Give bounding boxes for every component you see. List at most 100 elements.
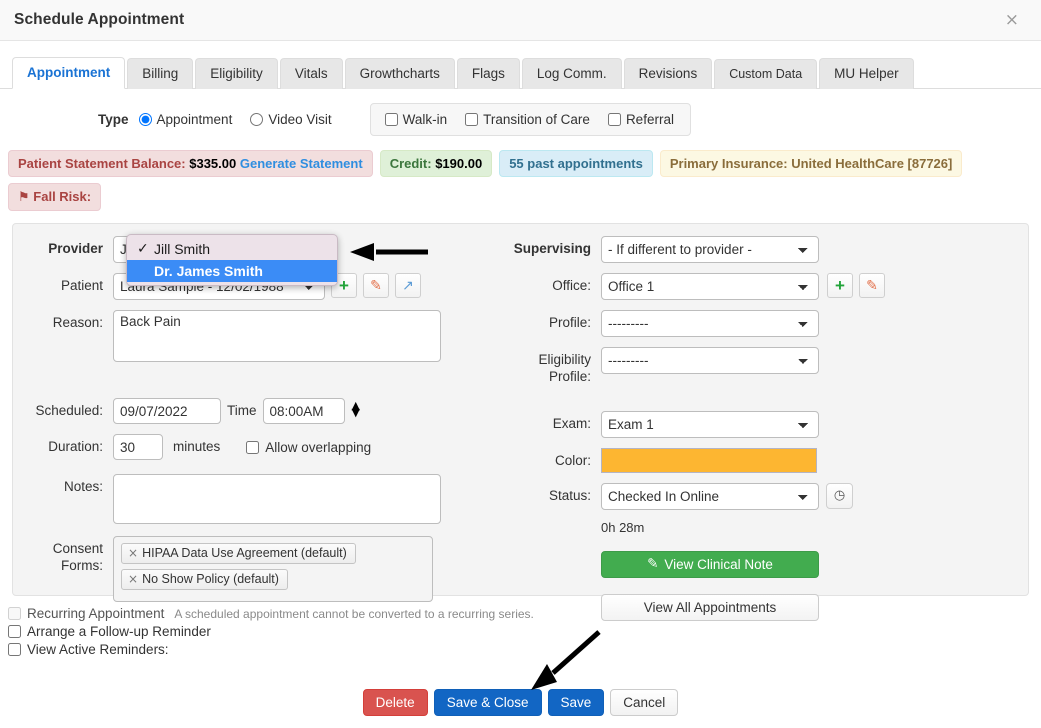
checkbox-transition-of-care[interactable]: Transition of Care [465, 112, 590, 127]
reason-label: Reason: [52, 315, 103, 330]
provider-option-jill-smith[interactable]: ✓ Jill Smith [127, 238, 337, 260]
time-input[interactable] [262, 398, 345, 424]
notes-label: Notes: [63, 479, 103, 494]
remove-icon[interactable]: × [128, 572, 138, 586]
view-clinical-note-button[interactable]: ✎ View Clinical Note [601, 550, 819, 578]
tab-flags[interactable]: Flags [456, 58, 520, 89]
consent-chip-hipaa-label: HIPAA Data Use Agreement (default) [142, 546, 347, 560]
clock-icon[interactable]: ◷ [826, 482, 853, 509]
notes-textarea[interactable] [113, 474, 441, 524]
provider-option-dr-james-smith[interactable]: Dr. James Smith [127, 260, 337, 282]
type-row: Type Appointment Video Visit Walk-in Tra… [0, 89, 1041, 142]
consent-chip-no-show[interactable]: × No Show Policy (default) [121, 569, 288, 590]
modal-header: Schedule Appointment [0, 0, 1041, 41]
elapsed-time: 0h 28m [601, 519, 645, 535]
clinical-note-row: ✎ View Clinical Note View All Appointmen… [493, 550, 1023, 621]
view-all-appointments-button[interactable]: View All Appointments [601, 593, 819, 621]
reason-row: Reason: [13, 310, 483, 362]
radio-video-visit[interactable]: Video Visit [250, 112, 332, 127]
radio-video-visit-label: Video Visit [268, 112, 332, 127]
save-and-close-button[interactable]: Save & Close [433, 689, 542, 716]
profile-row: Profile: --------- [493, 310, 1023, 337]
annotation-arrow-diagonal [531, 630, 601, 690]
statement-balance-amount: $335.00 [189, 156, 237, 171]
checkbox-transition-of-care-input[interactable] [465, 113, 479, 126]
annotation-arrow-right [350, 243, 428, 261]
consent-forms-box[interactable]: × HIPAA Data Use Agreement (default) × No … [113, 536, 433, 602]
edit-office-icon[interactable]: ✎ [859, 273, 885, 298]
fall-risk-label: Fall Risk: [33, 189, 92, 204]
checkbox-referral-input[interactable] [607, 113, 621, 126]
generate-statement-link[interactable]: Generate Statement [240, 156, 363, 171]
status-row: Status: Checked In Online ◷ [493, 482, 1023, 510]
eligibility-profile-label-line2: Profile: [548, 368, 591, 384]
radio-appointment-input[interactable] [138, 113, 152, 126]
consent-forms-row: Consent Forms: × HIPAA Data Use Agreement… [13, 536, 483, 602]
credit-label: Credit: [389, 156, 432, 171]
eligibility-profile-select[interactable]: --------- [601, 347, 819, 374]
eligibility-profile-label-line1: Eligibility [538, 352, 591, 367]
patient-label: Patient [60, 278, 103, 293]
share-patient-icon[interactable]: ↗ [395, 273, 421, 298]
view-active-reminders-label: View Active Reminders: [27, 642, 169, 657]
checkbox-transition-of-care-label: Transition of Care [483, 112, 590, 127]
tab-eligibility[interactable]: Eligibility [195, 58, 278, 89]
supervising-label: Supervising [513, 241, 591, 256]
checkbox-view-active-reminders[interactable] [8, 643, 21, 656]
elapsed-time-row: 0h 28m [493, 518, 1023, 535]
edit-patient-icon[interactable]: ✎ [363, 273, 389, 298]
tab-log-comm[interactable]: Log Comm. [521, 58, 622, 89]
clinical-note-spacer [493, 551, 601, 556]
scheduled-date-input[interactable] [113, 398, 221, 424]
checkbox-followup-reminder[interactable] [8, 625, 21, 638]
recurring-appointment-note: A scheduled appointment cannot be conver… [174, 606, 534, 621]
radio-appointment[interactable]: Appointment [138, 112, 232, 127]
tab-billing[interactable]: Billing [127, 58, 194, 89]
cancel-button[interactable]: Cancel [610, 689, 679, 716]
consent-chip-no-show-label: No Show Policy (default) [142, 572, 279, 586]
checkbox-walk-in-input[interactable] [384, 113, 398, 126]
allow-overlapping-label: Allow overlapping [265, 440, 372, 455]
checkbox-recurring-appointment[interactable] [8, 607, 21, 620]
tab-appointment[interactable]: Appointment [12, 57, 126, 89]
consent-chip-hipaa[interactable]: × HIPAA Data Use Agreement (default) [121, 543, 356, 564]
profile-select[interactable]: --------- [601, 310, 819, 337]
consent-forms-label-line2: Forms: [61, 557, 103, 573]
office-select[interactable]: Office 1 [601, 273, 819, 300]
statement-balance-label: Patient Statement Balance: [18, 156, 186, 171]
color-row: Color: [493, 447, 1023, 473]
eligibility-profile-label: Eligibility Profile: [493, 347, 601, 386]
close-icon[interactable]: × [1005, 12, 1019, 29]
minutes-label: minutes [173, 439, 221, 454]
checkbox-allow-overlapping-input[interactable] [246, 441, 260, 454]
tab-revisions[interactable]: Revisions [623, 58, 713, 89]
exam-select[interactable]: Exam 1 [601, 410, 819, 438]
delete-button[interactable]: Delete [362, 689, 428, 716]
remove-icon[interactable]: × [128, 546, 138, 560]
check-icon: ✓ [137, 241, 149, 257]
schedule-appointment-modal: Schedule Appointment × Appointment Billi… [0, 0, 1041, 728]
checkbox-referral[interactable]: Referral [607, 112, 674, 127]
duration-input[interactable] [113, 434, 163, 460]
credit-amount: $190.00 [435, 156, 483, 171]
scheduled-label: Scheduled: [35, 403, 103, 418]
tab-custom-data[interactable]: Custom Data [714, 59, 818, 89]
status-select[interactable]: Checked In Online [601, 482, 819, 510]
reason-textarea[interactable] [113, 310, 441, 362]
add-office-icon[interactable]: + [827, 273, 853, 298]
checkbox-walk-in[interactable]: Walk-in [384, 112, 447, 127]
provider-dropdown-menu[interactable]: ✓ Jill Smith Dr. James Smith [126, 234, 338, 286]
exam-row: Exam: Exam 1 [493, 410, 1023, 438]
office-label: Office: [552, 278, 591, 293]
supervising-select[interactable]: - If different to provider - [601, 236, 819, 263]
radio-video-visit-input[interactable] [250, 113, 264, 126]
checkbox-allow-overlapping[interactable]: Allow overlapping [242, 434, 371, 457]
time-stepper-icon[interactable]: ▲ ▼ [352, 398, 360, 422]
color-label: Color: [554, 452, 591, 468]
tab-vitals[interactable]: Vitals [279, 58, 343, 89]
past-appointments-badge[interactable]: 55 past appointments [499, 150, 653, 177]
color-swatch[interactable] [601, 447, 817, 473]
tab-growthcharts[interactable]: Growthcharts [344, 58, 455, 89]
tab-mu-helper[interactable]: MU Helper [819, 58, 914, 89]
exam-label: Exam: [552, 415, 591, 431]
